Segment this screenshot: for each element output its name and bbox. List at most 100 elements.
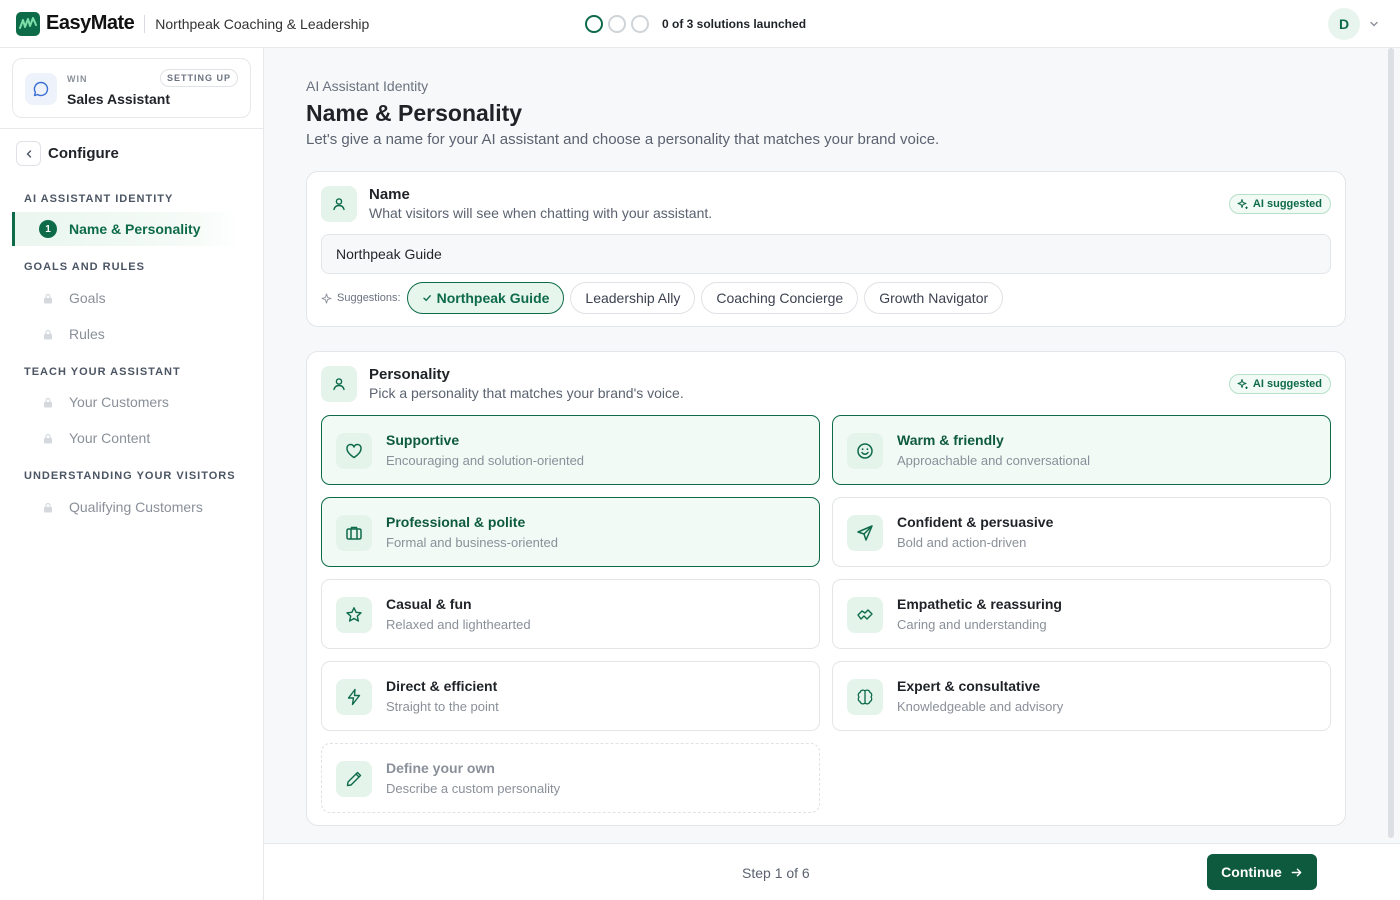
progress-step-2 [608, 15, 626, 33]
personality-option-professional-polite[interactable]: Professional & polite Formal and busines… [321, 497, 820, 567]
logo-mark-icon [16, 11, 40, 36]
lock-icon [43, 433, 53, 444]
ai-suggested-badge: AI suggested [1228, 374, 1331, 394]
personality-option-empathetic-reassuring[interactable]: Empathetic & reassuring Caring and under… [832, 579, 1331, 649]
lock-icon [43, 397, 53, 408]
sparkle-icon [1237, 199, 1248, 209]
sparkle-icon [1237, 379, 1248, 389]
assistant-name-input[interactable] [321, 234, 1331, 274]
ai-suggested-label: AI suggested [1252, 198, 1322, 210]
nav-section-teach: TEACH YOUR ASSISTANT [24, 366, 181, 378]
heart-icon [336, 433, 372, 469]
suggestion-chip-leadership-ally[interactable]: Leadership Ally [570, 282, 696, 314]
suggestion-chip-coaching-concierge[interactable]: Coaching Concierge [701, 282, 859, 314]
main-scrollbar[interactable] [1388, 48, 1394, 838]
personality-option-warm-friendly[interactable]: Warm & friendly Approachable and convers… [832, 415, 1331, 485]
option-title: Professional & polite [386, 514, 526, 530]
user-icon [321, 366, 357, 402]
sidebar-item-name-personality[interactable]: 1 Name & Personality [12, 212, 240, 246]
option-desc: Formal and business-oriented [386, 535, 558, 550]
nav-section-visitors: UNDERSTANDING YOUR VISITORS [24, 470, 236, 482]
configure-header: Configure [16, 141, 119, 166]
ai-suggested-badge: AI suggested [1228, 194, 1331, 214]
chevron-down-icon[interactable] [1368, 18, 1380, 30]
personality-panel-subtitle: Pick a personality that matches your bra… [369, 385, 684, 401]
back-button[interactable] [16, 141, 41, 166]
personality-option-direct-efficient[interactable]: Direct & efficient Straight to the point [321, 661, 820, 731]
sidebar-item-label: Your Customers [69, 394, 169, 410]
option-desc: Knowledgeable and advisory [897, 699, 1064, 714]
ai-suggested-label: AI suggested [1252, 378, 1322, 390]
chat-bubble-icon [25, 73, 57, 105]
personality-option-confident-persuasive[interactable]: Confident & persuasive Bold and action-d… [832, 497, 1331, 567]
suggestion-chip-growth-navigator[interactable]: Growth Navigator [864, 282, 1004, 314]
option-desc: Caring and understanding [897, 617, 1047, 632]
org-name: Northpeak Coaching & Leadership [155, 15, 370, 32]
progress-step-1 [585, 15, 603, 33]
solution-kicker: WIN [67, 74, 88, 84]
step-number: 1 [39, 220, 57, 238]
option-desc: Encouraging and solution-oriented [386, 453, 585, 468]
suggestions-label: Suggestions: [321, 292, 401, 304]
sidebar-item-label: Qualifying Customers [69, 499, 203, 515]
sidebar: WIN Sales Assistant SETTING UP Configure… [0, 48, 264, 900]
personality-panel: Personality Pick a personality that matc… [306, 351, 1346, 826]
option-title: Define your own [386, 760, 495, 776]
progress-step-3 [631, 15, 649, 33]
breadcrumb: AI Assistant Identity [306, 78, 429, 94]
top-bar: EasyMate Northpeak Coaching & Leadership… [0, 0, 1400, 48]
option-desc: Relaxed and lighthearted [386, 617, 531, 632]
smile-icon [847, 433, 883, 469]
option-title: Supportive [386, 432, 460, 448]
check-icon [422, 295, 431, 302]
sidebar-item-label: Your Content [69, 430, 151, 446]
lock-icon [43, 502, 53, 513]
app-name: EasyMate [46, 12, 135, 34]
sidebar-item-your-customers[interactable]: Your Customers [12, 385, 240, 419]
personality-option-supportive[interactable]: Supportive Encouraging and solution-orie… [321, 415, 820, 485]
sidebar-item-goals[interactable]: Goals [12, 281, 240, 315]
progress-text: 0 of 3 solutions launched [662, 17, 807, 31]
personality-option-define-your-own[interactable]: Define your own Describe a custom person… [321, 743, 820, 813]
option-title: Casual & fun [386, 596, 472, 612]
sidebar-item-qualifying-customers[interactable]: Qualifying Customers [12, 490, 240, 524]
nav-section-identity: AI ASSISTANT IDENTITY [24, 193, 174, 205]
pencil-icon [336, 761, 372, 797]
user-icon [321, 186, 357, 222]
send-icon [847, 515, 883, 551]
name-panel-title: Name [369, 186, 410, 203]
option-title: Direct & efficient [386, 678, 498, 694]
sidebar-item-label: Goals [69, 290, 106, 306]
avatar[interactable]: D [1328, 8, 1360, 40]
user-menu[interactable]: D [1328, 8, 1380, 40]
option-title: Warm & friendly [897, 432, 1004, 448]
option-desc: Bold and action-driven [897, 535, 1027, 550]
sidebar-item-label: Rules [69, 326, 105, 342]
app-logo[interactable]: EasyMate [16, 11, 135, 36]
step-indicator: Step 1 of 6 [742, 865, 810, 881]
personality-option-casual-fun[interactable]: Casual & fun Relaxed and lighthearted [321, 579, 820, 649]
nav-section-goals: GOALS AND RULES [24, 261, 145, 273]
page-subtitle: Let's give a name for your AI assistant … [306, 131, 940, 148]
sidebar-item-label: Name & Personality [69, 221, 201, 237]
footer-bar: Step 1 of 6 Continue [264, 843, 1400, 900]
option-title: Empathetic & reassuring [897, 596, 1062, 612]
option-desc: Describe a custom personality [386, 781, 561, 796]
brain-icon [847, 679, 883, 715]
sidebar-item-your-content[interactable]: Your Content [12, 421, 240, 455]
name-panel-subtitle: What visitors will see when chatting wit… [369, 205, 713, 221]
solution-card[interactable]: WIN Sales Assistant SETTING UP [12, 58, 251, 118]
option-desc: Approachable and conversational [897, 453, 1090, 468]
sidebar-item-rules[interactable]: Rules [12, 317, 240, 351]
lock-icon [43, 329, 53, 340]
suggestion-chip-northpeak-guide[interactable]: Northpeak Guide [406, 282, 565, 314]
launch-progress: 0 of 3 solutions launched [585, 15, 806, 33]
briefcase-icon [336, 515, 372, 551]
continue-button[interactable]: Continue [1207, 854, 1317, 890]
sidebar-divider [0, 128, 263, 129]
option-desc: Straight to the point [386, 699, 499, 714]
solution-name: Sales Assistant [67, 91, 170, 107]
name-panel: Name What visitors will see when chattin… [306, 171, 1346, 327]
personality-option-expert-consultative[interactable]: Expert & consultative Knowledgeable and … [832, 661, 1331, 731]
star-icon [336, 597, 372, 633]
